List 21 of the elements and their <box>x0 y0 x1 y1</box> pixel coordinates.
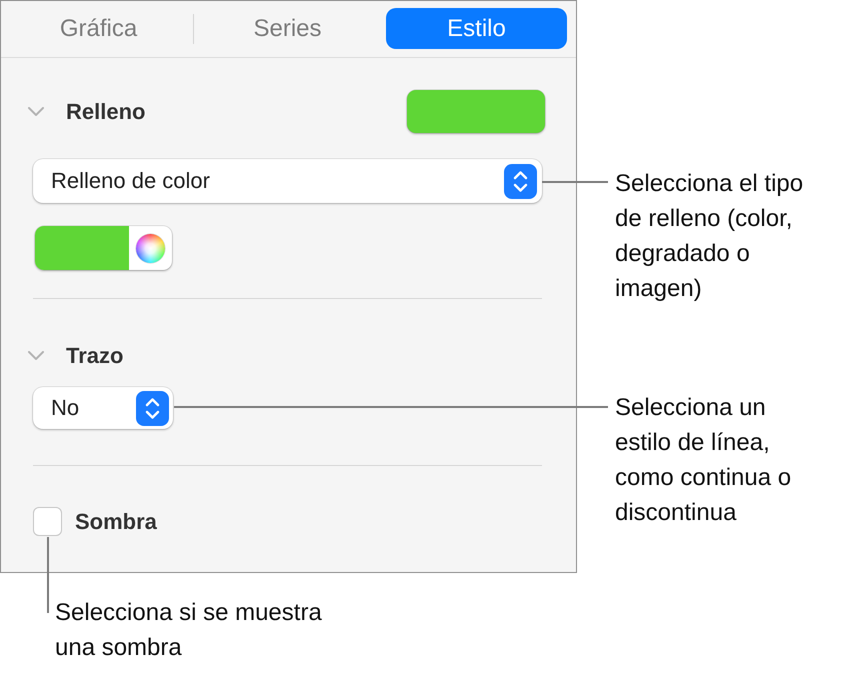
checkbox[interactable] <box>33 507 62 536</box>
popup-button[interactable]: No <box>33 387 173 429</box>
callout-text: Selecciona el tipo de relleno (color, degradado o imagen) <box>615 169 804 304</box>
color-swatch-icon[interactable] <box>35 226 129 270</box>
section-title: Relleno <box>66 98 146 124</box>
callout-text: Selecciona un estilo de línea, como continua o discontinua <box>615 393 792 528</box>
tab[interactable]: Estilo <box>386 8 567 49</box>
checkbox-label[interactable]: Sombra <box>75 508 157 534</box>
color-well[interactable] <box>35 226 172 270</box>
stepper-icon <box>504 164 537 198</box>
callout-text: Selecciona si se muestra una sombra <box>55 598 323 663</box>
color-swatch-icon[interactable] <box>407 90 545 133</box>
popup-button[interactable]: Relleno de color <box>33 159 542 203</box>
chevron-icon[interactable] <box>28 107 44 116</box>
leader-line <box>542 181 608 183</box>
stepper-icon <box>136 390 169 426</box>
tab[interactable]: Gráfica <box>8 8 189 49</box>
chevron-icon[interactable] <box>28 351 44 360</box>
color-wheel-icon[interactable] <box>136 234 165 262</box>
tab[interactable]: Series <box>197 8 378 49</box>
section-title: Trazo <box>66 342 124 368</box>
